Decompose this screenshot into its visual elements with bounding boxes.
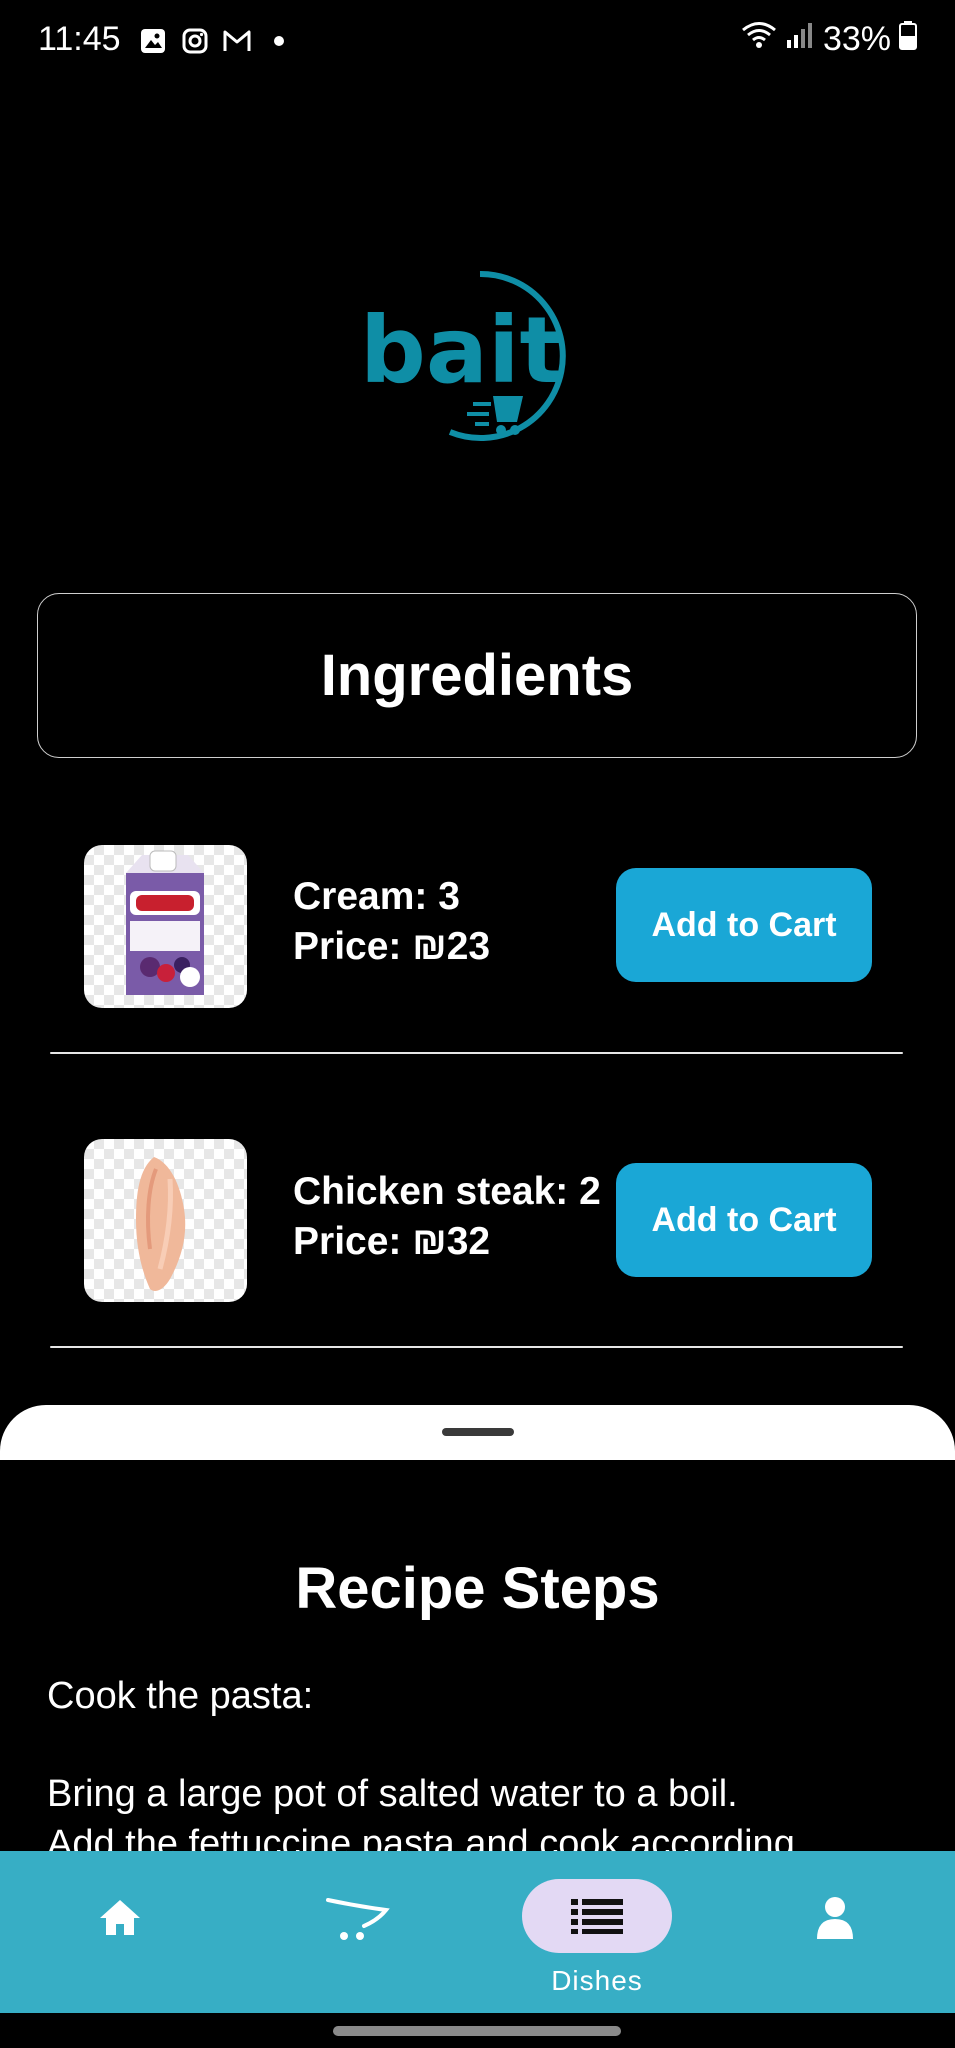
- ingredient-price: Price: ₪23: [293, 925, 491, 968]
- person-icon: [817, 1897, 853, 1939]
- gmail-icon: [222, 26, 252, 56]
- status-time: 11:45: [38, 20, 121, 58]
- recipe-step-text: Cook the pasta:: [47, 1675, 314, 1717]
- ingredient-name: Cream: 3: [293, 875, 460, 918]
- instagram-icon: [180, 26, 210, 56]
- ingredient-price: Price: ₪32: [293, 1220, 491, 1263]
- sheet-drag-handle[interactable]: [442, 1428, 514, 1436]
- app-logo: bait: [355, 262, 605, 447]
- recipe-steps-title: Recipe Steps: [295, 1556, 660, 1621]
- chicken-steak-image: [84, 1139, 247, 1302]
- ingredient-name: Chicken steak: 2: [293, 1170, 601, 1213]
- notification-dot: [274, 36, 284, 46]
- divider: [50, 1052, 903, 1054]
- add-to-cart-button[interactable]: Add to Cart: [616, 868, 872, 982]
- notification-icons: [138, 26, 284, 56]
- battery-icon: [899, 20, 917, 59]
- signal-icon: [785, 20, 815, 59]
- gallery-icon: [138, 26, 168, 56]
- ingredients-header-card: Ingredients: [37, 593, 917, 758]
- cream-image: [84, 845, 247, 1008]
- nav-dishes[interactable]: [522, 1879, 672, 1953]
- ingredient-info: Cream: 3 Price: ₪23: [293, 872, 490, 972]
- ingredients-title: Ingredients: [320, 643, 634, 708]
- battery-percent: 33%: [822, 20, 891, 58]
- divider: [50, 1346, 903, 1348]
- add-to-cart-button[interactable]: Add to Cart: [616, 1163, 872, 1277]
- ingredient-info: Chicken steak: 2 Price: ₪32: [293, 1167, 601, 1267]
- nav-profile[interactable]: [795, 1887, 875, 1947]
- wifi-icon: [741, 20, 777, 59]
- list-icon: [571, 1899, 623, 1934]
- system-icons: 33%: [741, 20, 917, 59]
- logo-text: bait: [360, 297, 563, 404]
- nav-dishes-label[interactable]: Dishes: [522, 1965, 672, 1997]
- home-icon: [100, 1900, 140, 1935]
- nav-cart[interactable]: [318, 1887, 398, 1947]
- status-bar: 11:45 33%: [0, 0, 955, 84]
- bottom-navigation: Dishes: [0, 1851, 955, 2013]
- nav-home[interactable]: [80, 1887, 160, 1947]
- recipe-step-text: Bring a large pot of salted water to a b…: [47, 1773, 738, 1815]
- cart-icon: [326, 1898, 390, 1940]
- home-indicator[interactable]: [333, 2026, 621, 2036]
